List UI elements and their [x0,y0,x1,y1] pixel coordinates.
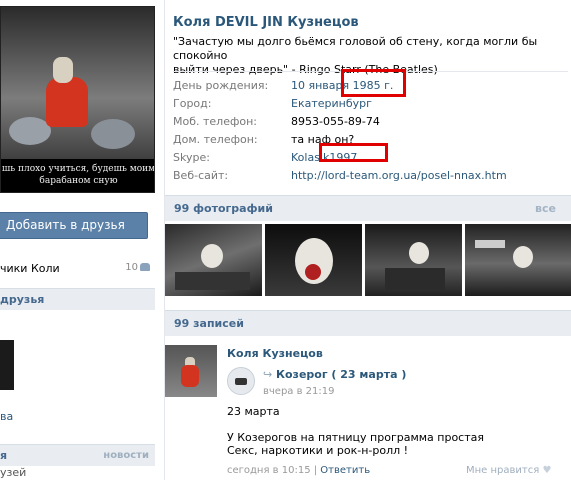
photos-header[interactable]: 99 фотографий все [165,195,571,221]
friends-section-title: друзья [0,293,45,306]
photo-thumb[interactable] [465,224,571,296]
avatar-caption-line1: шь плохо учиться, будешь моим [1,164,155,174]
birth-year-highlight [341,69,406,97]
bottom-section-header[interactable]: я новости [0,444,155,466]
info-row-city: Город: Екатеринбург [173,97,568,115]
info-label: Skype: [173,151,210,164]
photo-detail [305,264,321,280]
photo-thumb[interactable] [165,224,262,296]
photo-thumb[interactable] [265,224,362,296]
news-link[interactable]: новости [103,445,149,466]
repost-source-avatar[interactable] [227,367,255,395]
info-label: Дом. телефон: [173,133,258,146]
wall-header[interactable]: 99 записей [165,310,571,336]
friends-section-header[interactable]: друзья [0,288,155,310]
friends-icon [140,263,150,271]
info-label: День рождения: [173,79,269,92]
profile-page: шь плохо учиться, будешь моим барабаном … [0,0,571,480]
mobile-value: 8953-055-89-74 [291,115,380,128]
wall-title: 99 записей [174,317,244,330]
skype-year-highlight [319,143,388,162]
post-text-spacer [227,418,484,431]
avatar-caption: шь плохо учиться, будешь моим барабаном … [1,163,155,187]
post-text: 23 марта У Козерогов на пятницу программ… [227,405,484,457]
post-text-line: Секс, наркотики и рок-н-ролл ! [227,444,409,457]
info-label: Моб. телефон: [173,115,258,128]
friend-name[interactable]: ва [0,410,13,423]
drummer-mask [53,57,73,83]
photos-title: 99 фотографий [174,202,273,215]
like-button[interactable]: Мне нравится ♥ [466,465,551,476]
city-value[interactable]: Екатеринбург [291,97,372,111]
friends-label: чики Коли [0,262,60,275]
status-line-1: "Зачастую мы долго бьёмся головой об сте… [173,35,538,62]
post-author-name[interactable]: Коля Кузнецов [227,347,323,360]
post-text-line: 23 марта [227,405,280,418]
photos-strip [165,224,571,296]
repost-time[interactable]: вчера в 21:19 [263,386,335,397]
photos-all-link[interactable]: все [535,196,556,221]
car-icon [235,378,247,385]
drummer-figure [46,77,88,127]
post-meta: сегодня в 10:15 | Ответить [227,465,370,476]
bottom-section-text[interactable]: узей [0,466,26,479]
photo-detail [475,240,505,248]
drum-left [9,117,51,145]
add-friend-button[interactable]: Добавить в друзья [0,212,148,239]
meta-separator: | [310,465,321,476]
photo-detail [175,272,250,290]
info-label: Город: [173,97,212,110]
photo-face [201,244,223,268]
post-text-line: У Козерогов на пятницу программа простая [227,431,484,444]
post-author-avatar[interactable] [165,345,217,397]
info-label: Веб-сайт: [173,169,229,182]
like-label: Мне нравится [466,465,540,476]
profile-name: Коля DEVIL JIN Кузнецов [173,15,359,30]
photo-face [409,242,429,264]
post-time[interactable]: сегодня в 10:15 [227,465,311,476]
bottom-section-title: я [0,449,8,462]
reply-link[interactable]: Ответить [320,465,370,476]
heart-icon: ♥ [542,465,552,476]
info-row-mobile: Моб. телефон: 8953-055-89-74 [173,115,568,133]
website-link[interactable]: http://lord-team.org.ua/posel-nnax.htm [291,169,507,183]
repost-source-title[interactable]: Козерог ( 23 марта ) [276,368,406,381]
friends-count-value: 10 [125,262,138,273]
drum-right [91,119,135,149]
photo-face [513,246,533,268]
profile-avatar[interactable]: шь плохо учиться, будешь моим барабаном … [0,6,155,193]
photo-detail [385,268,445,290]
friends-count: 10 [125,262,150,273]
left-column: шь плохо учиться, будешь моим барабаном … [0,0,155,480]
avatar-caption-line2: барабаном сную [39,176,118,186]
photo-thumb[interactable] [365,224,462,296]
info-row-website: Веб-сайт: http://lord-team.org.ua/posel-… [173,169,568,187]
friends-link[interactable]: чики Коли 10 [0,262,150,275]
friend-avatar[interactable] [0,340,14,390]
post-avatar-figure [181,365,199,387]
repost-arrow-icon: ↪ [263,368,273,381]
